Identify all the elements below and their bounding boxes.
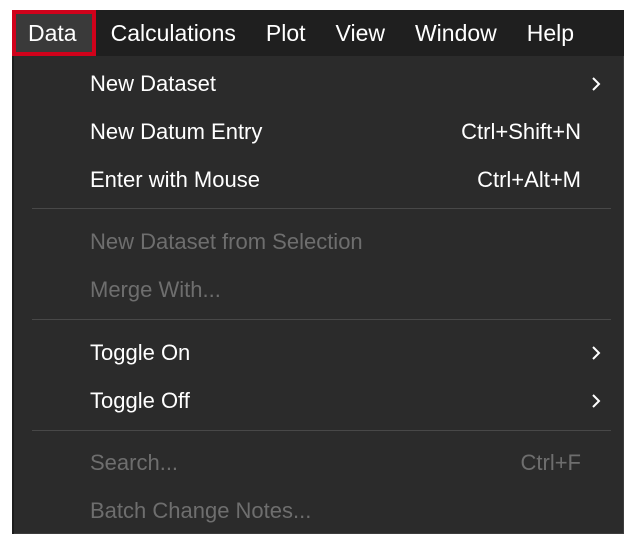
menu-data[interactable]: Data bbox=[12, 10, 96, 56]
menu-item-label: New Datum Entry bbox=[90, 119, 263, 144]
menu-window[interactable]: Window bbox=[400, 10, 512, 56]
menu-separator bbox=[32, 430, 611, 431]
menu-help[interactable]: Help bbox=[512, 10, 589, 56]
menu-item-shortcut: Ctrl+F bbox=[520, 450, 582, 475]
chevron-right-icon bbox=[592, 346, 601, 360]
menu-item-batch-change-notes: Batch Change Notes... bbox=[14, 487, 623, 535]
menu-item-label: Enter with Mouse bbox=[90, 167, 260, 192]
menu-item-new-datum-entry[interactable]: New Datum Entry Ctrl+Shift+N bbox=[14, 108, 623, 156]
menu-item-enter-with-mouse[interactable]: Enter with Mouse Ctrl+Alt+M bbox=[14, 156, 623, 204]
menu-item-label: Search... bbox=[90, 450, 179, 475]
menu-item-new-dataset-from-selection: New Dataset from Selection bbox=[14, 218, 623, 266]
menu-item-shortcut: Ctrl+Shift+N bbox=[461, 119, 581, 144]
menu-item-label: Batch Change Notes... bbox=[90, 498, 312, 523]
menu-item-merge-with: Merge With... bbox=[14, 266, 623, 314]
menu-item-toggle-off[interactable]: Toggle Off bbox=[14, 377, 623, 425]
menu-item-search: Search... Ctrl+F bbox=[14, 439, 623, 487]
chevron-right-icon bbox=[592, 394, 601, 408]
menu-calculations[interactable]: Calculations bbox=[96, 10, 251, 56]
menu-item-label: Toggle Off bbox=[90, 388, 190, 413]
menu-item-toggle-on[interactable]: Toggle On bbox=[14, 329, 623, 377]
menu-item-shortcut: Ctrl+Alt+M bbox=[477, 167, 581, 192]
menu-item-new-dataset[interactable]: New Dataset bbox=[14, 60, 623, 108]
menu-item-label: New Dataset from Selection bbox=[90, 229, 363, 254]
app-window: Data Calculations Plot View Window Help … bbox=[0, 0, 624, 539]
data-dropdown-menu: New Dataset New Datum Entry Ctrl+Shift+N… bbox=[14, 56, 624, 534]
menu-item-label: Merge With... bbox=[90, 277, 221, 302]
menu-bar: Data Calculations Plot View Window Help bbox=[12, 10, 624, 56]
menu-separator bbox=[32, 319, 611, 320]
menu-item-label: New Dataset bbox=[90, 71, 216, 96]
menu-view[interactable]: View bbox=[321, 10, 400, 56]
menu-separator bbox=[32, 208, 611, 209]
menu-item-label: Toggle On bbox=[90, 340, 191, 365]
menu-plot[interactable]: Plot bbox=[251, 10, 321, 56]
chevron-right-icon bbox=[592, 77, 601, 91]
